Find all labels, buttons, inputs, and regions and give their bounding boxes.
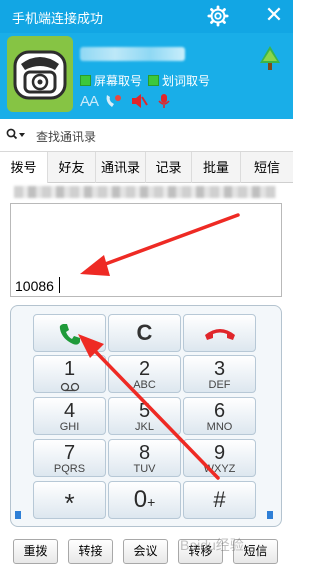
- key-6[interactable]: 6 MNO: [183, 397, 256, 435]
- screen-capture-checkbox[interactable]: 屏幕取号: [80, 73, 142, 89]
- window-title: 手机端连接成功: [12, 11, 104, 26]
- text-caret: [59, 277, 60, 293]
- microphone-mute-icon[interactable]: [156, 93, 172, 114]
- key-hash[interactable]: #: [183, 481, 256, 519]
- hangup-button[interactable]: [183, 314, 256, 352]
- key-digit: 2: [138, 358, 151, 380]
- checkbox-box[interactable]: [80, 75, 91, 86]
- volume-left-marker[interactable]: [15, 511, 21, 519]
- key-2[interactable]: 2 ABC: [108, 355, 181, 393]
- voicemail-icon: [60, 382, 79, 392]
- call-button[interactable]: [33, 314, 106, 352]
- phone-call-icon: [59, 324, 80, 345]
- key-digit: 9: [213, 442, 226, 464]
- speaker-mute-icon[interactable]: [130, 93, 148, 114]
- font-size-icon[interactable]: AA: [80, 93, 99, 110]
- key-8[interactable]: 8 TUV: [108, 439, 181, 477]
- close-icon[interactable]: ✕: [262, 4, 286, 28]
- tree-icon[interactable]: [258, 45, 282, 71]
- search-icon[interactable]: [6, 128, 26, 142]
- word-capture-checkbox[interactable]: 划词取号: [148, 73, 210, 89]
- key-letters: ABC: [133, 379, 156, 391]
- word-capture-label: 划词取号: [162, 74, 211, 88]
- key-letters: TUV: [133, 463, 156, 475]
- tab-batch[interactable]: 批量: [192, 152, 241, 183]
- key-digit: 5: [138, 400, 151, 422]
- contact-search-bar[interactable]: 查找通讯录: [0, 119, 293, 152]
- tab-sms[interactable]: 短信: [241, 152, 293, 183]
- key-letters: DEF: [208, 379, 231, 391]
- key-digit: 6: [213, 400, 226, 422]
- key-4[interactable]: 4 GHI: [33, 397, 106, 435]
- blurred-contact-row: [14, 186, 276, 198]
- key-letters: MNO: [206, 421, 233, 433]
- conference-button[interactable]: 会议: [123, 539, 168, 564]
- key-letters: PQRS: [53, 463, 86, 475]
- volume-right-marker[interactable]: [267, 511, 273, 519]
- profile-header: 屏幕取号 划词取号 AA: [0, 33, 293, 119]
- key-5[interactable]: 5 JKL: [108, 397, 181, 435]
- key-letters: GHI: [59, 421, 80, 433]
- screen-capture-label: 屏幕取号: [94, 74, 143, 88]
- key-3[interactable]: 3 DEF: [183, 355, 256, 393]
- key-digit: 3: [213, 358, 226, 380]
- blurred-account-name: [80, 47, 185, 61]
- tab-bar: 拨号 好友 通讯录 记录 批量 短信: [0, 152, 293, 183]
- key-digit: 0: [133, 486, 148, 513]
- number-display[interactable]: 10086: [10, 203, 282, 297]
- key-digit: #: [213, 487, 226, 512]
- key-digit: *: [64, 488, 75, 518]
- key-digit: 8: [138, 442, 151, 464]
- key-1[interactable]: 1: [33, 355, 106, 393]
- key-digit: 4: [63, 400, 76, 422]
- key-letters: +: [147, 494, 156, 510]
- dialed-number: 10086: [15, 278, 54, 294]
- gear-icon[interactable]: [207, 5, 229, 27]
- clear-label: C: [136, 320, 153, 345]
- tab-records[interactable]: 记录: [146, 152, 192, 183]
- key-letters: WXYZ: [203, 463, 236, 475]
- key-letters: JKL: [135, 421, 154, 433]
- phone-settings-icon[interactable]: [104, 93, 122, 114]
- key-9[interactable]: 9 WXYZ: [183, 439, 256, 477]
- tab-contacts[interactable]: 通讯录: [96, 152, 146, 183]
- clear-button[interactable]: C: [108, 314, 181, 352]
- title-bar: 手机端连接成功 ✕: [0, 0, 293, 33]
- watermark: Baidu经验: [180, 537, 244, 553]
- tab-friends[interactable]: 好友: [48, 152, 96, 183]
- checkbox-box[interactable]: [148, 75, 159, 86]
- telephone-icon: [13, 50, 67, 100]
- avatar: [7, 36, 73, 112]
- key-digit: 7: [63, 442, 76, 464]
- key-7[interactable]: 7 PQRS: [33, 439, 106, 477]
- tab-dial[interactable]: 拨号: [0, 152, 48, 183]
- transfer-button[interactable]: 转接: [68, 539, 113, 564]
- key-star[interactable]: *: [33, 481, 106, 519]
- phone-hangup-icon: [204, 329, 235, 340]
- redial-button[interactable]: 重拨: [13, 539, 58, 564]
- key-0[interactable]: 0+: [108, 481, 181, 519]
- key-digit: 1: [63, 358, 76, 380]
- search-input[interactable]: 查找通讯录: [36, 128, 96, 145]
- dial-keypad: C 1 2 ABC 3 DEF 4 GHI 5 JKL 6 MNO 7 PQRS: [10, 305, 282, 527]
